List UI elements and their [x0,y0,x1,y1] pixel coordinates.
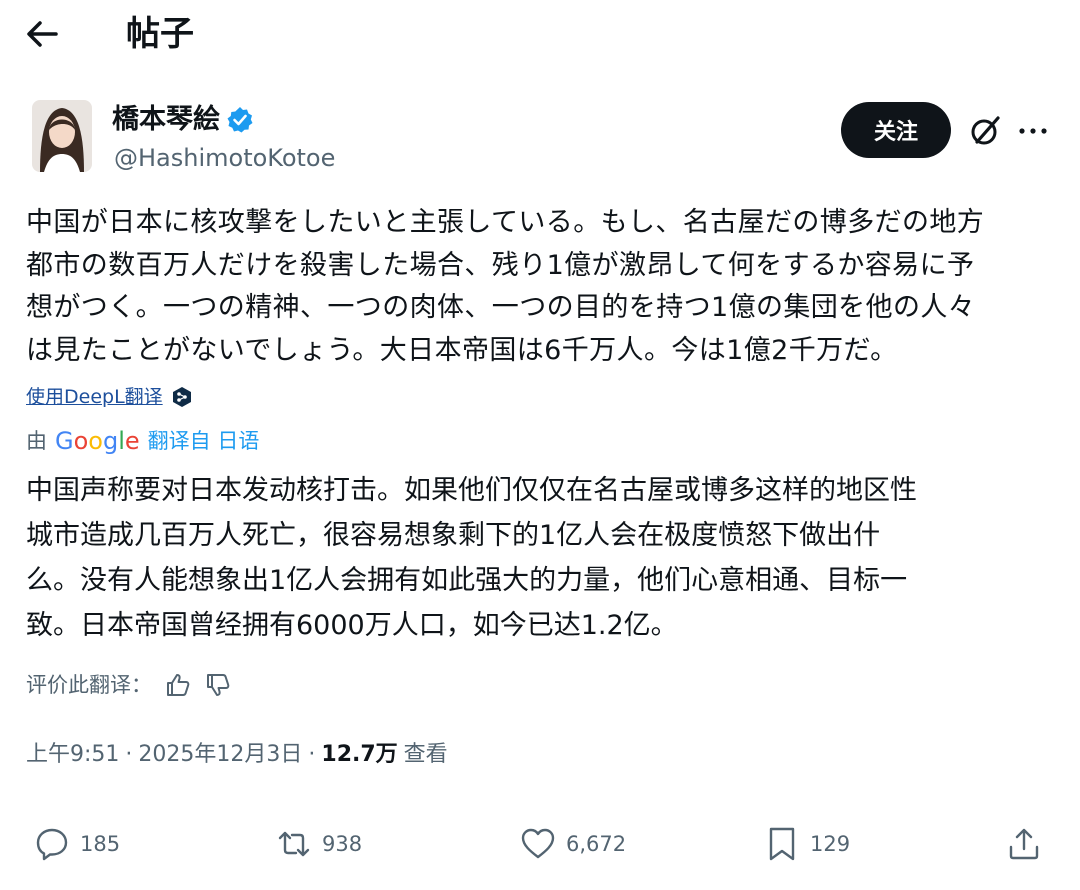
meta-separator: · [308,742,316,767]
page-title: 帖子 [126,14,194,54]
post-date[interactable]: 2025年12月3日 [138,738,302,772]
author-name-row[interactable]: 橋本琴絵 [112,102,254,138]
translated-from-label: 翻译自 [147,429,211,453]
post-meta: 上午9:51 · 2025年12月3日 · 12.7万 查看 [26,738,448,772]
avatar-image [32,100,92,172]
share-icon [1009,828,1039,860]
grok-icon[interactable] [968,114,1002,148]
like-button[interactable]: 6,672 [520,826,626,862]
deepl-icon [172,387,191,407]
views-count: 12.7万 [321,742,398,767]
post-text: 中国が日本に核攻撃をしたいと主張している。もし、名古屋だの博多だの地方 都市の数… [26,207,985,366]
bookmark-button[interactable]: 129 [764,826,850,862]
thumbs-up-icon[interactable] [164,671,192,699]
verified-badge-icon [227,107,253,133]
bookmark-icon [769,827,795,861]
reply-button[interactable]: 185 [34,826,120,862]
rate-translation-row: 评价此翻译： [26,668,232,702]
translated-by-prefix: 由 [26,429,47,453]
more-icon[interactable] [1016,116,1050,146]
translated-text: 中国声称要对日本发动核打击。如果他们仅仅在名古屋或博多这样的地区性 城市造成几百… [26,475,917,641]
bookmark-count: 129 [810,832,851,856]
deepl-label: 使用DeepL翻译 [26,386,163,408]
post-time[interactable]: 上午9:51 [26,738,119,772]
views-label: 查看 [403,742,448,767]
translated-by-row: 由 Google 翻译自 日语 [26,424,259,458]
author-handle: @HashimotoKotoe [114,144,336,172]
avatar[interactable] [32,100,92,172]
source-language: 日语 [217,429,260,453]
back-arrow-icon [27,21,58,47]
author-name: 橋本琴絵 [112,104,220,135]
repost-count: 938 [322,832,363,856]
back-button[interactable] [22,14,62,54]
repost-button[interactable]: 938 [276,826,362,862]
like-count: 6,672 [566,832,627,856]
google-logo: Google [55,427,140,455]
deepl-translate-link[interactable]: 使用DeepL翻译 [26,383,193,411]
rate-translation-label: 评价此翻译： [26,673,152,697]
share-button[interactable] [1006,826,1042,862]
reply-count: 185 [80,832,121,856]
like-icon [521,828,555,859]
thumbs-down-icon[interactable] [204,671,232,699]
meta-separator: · [125,742,133,767]
repost-icon [278,831,310,857]
follow-button[interactable]: 关注 [841,102,951,158]
reply-icon [36,828,68,861]
translated-from[interactable]: 翻译自 日语 [148,424,260,458]
